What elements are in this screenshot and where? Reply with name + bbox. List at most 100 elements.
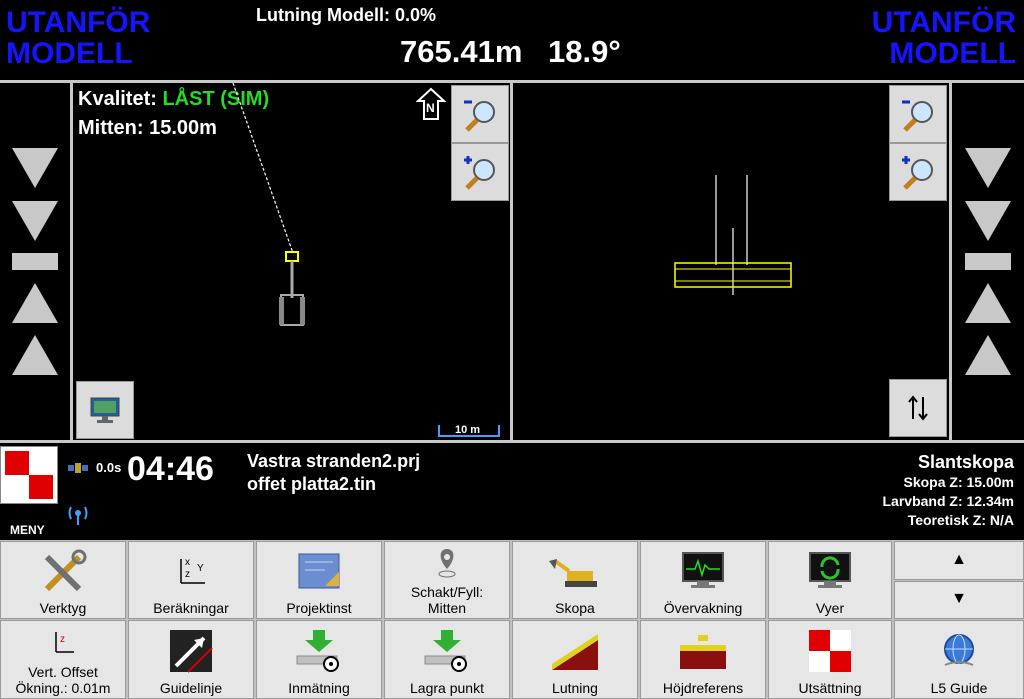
zoom-in-button[interactable] [451,143,509,201]
store-point-label: Lagra punkt [410,680,484,696]
arrow-up-icon[interactable] [965,283,1011,323]
map-layer-button[interactable] [76,381,134,439]
warning-line-1: UTANFÖR [871,6,1016,39]
scale-label: 10 m [455,424,481,436]
arrow-up-icon[interactable] [965,335,1011,375]
warning-line-2: MODELL [6,37,133,70]
profile-view[interactable] [510,83,949,440]
blueprint-icon [298,553,340,589]
model-slope-label: Lutning Modell: 0.0% [256,5,436,25]
on-grade-bar-icon [12,253,58,270]
stakeout-label: Utsättning [798,680,862,696]
arrow-down-icon[interactable] [12,201,58,241]
guideline-label: Guidelinje [159,680,223,696]
scroll-down-icon: ▼ [951,590,967,607]
bucket-name: Slantskopa [917,452,1014,472]
angle-readout: 18.9° [548,34,621,69]
height-reference-button[interactable]: Höjdreferens [640,620,766,699]
surface-file: offet platta2.tin [247,474,376,494]
radio-signal-icon [66,503,90,527]
info-bar: MENY 0.0s 04:46 Vastra stranden2.prj off… [0,440,1024,543]
north-label: N [426,101,435,115]
scroll-up-button[interactable]: ▲ [894,541,1024,580]
vertical-offset-button[interactable]: z Vert. Offset Ökning.: 0.01m [0,620,126,699]
right-outside-model-warning: UTANFÖR MODELL [872,7,1016,69]
svg-text:Y: Y [197,563,204,574]
vertical-offset-label: Vert. Offset Ökning.: 0.01m [15,664,111,696]
slope-label: Lutning [552,680,598,696]
satellite-icon [66,459,90,477]
scroll-up-icon: ▲ [951,550,967,568]
plan-view[interactable]: Kvalitet: LÅST (SIM) Mitten: 15.00m N 10… [70,83,511,440]
top-status-bar: UTANFÖR MODELL UTANFÖR MODELL Lutning Mo… [0,0,1024,80]
survey-button[interactable]: Inmätning [256,620,382,699]
menu-button[interactable] [0,446,58,504]
on-grade-bar-icon [965,253,1011,270]
project-file: Vastra stranden2.prj [247,451,421,471]
zoom-out-button[interactable] [451,85,509,143]
bucket-z: Skopa Z: 15.00m [903,474,1015,490]
cut-fill-button[interactable]: Schakt/Fyll: Mitten [384,541,510,619]
bucket-label: Skopa [555,600,595,616]
survey-icon [296,629,339,672]
project-settings-button[interactable]: Projektinst [256,541,382,619]
zoom-in-icon [464,156,495,190]
l5-guide-button[interactable]: L5 Guide [894,620,1024,699]
store-point-button[interactable]: Lagra punkt [384,620,510,699]
l5-guide-label: L5 Guide [930,680,988,696]
store-point-icon [424,629,467,672]
tools-button[interactable]: Verktyg [0,541,126,619]
guideline-icon [170,629,213,673]
arrow-up-icon[interactable] [12,283,58,323]
left-outside-model-warning: UTANFÖR MODELL [6,7,150,69]
arrow-up-icon[interactable] [12,335,58,375]
swap-view-button[interactable] [889,379,947,437]
track-z: Larvband Z: 12.34m [882,493,1015,509]
stakeout-icon [809,629,851,672]
gps-delay: 0.0s [96,460,122,475]
calculations-button[interactable]: xYz Beräkningar [128,541,254,619]
stakeout-flag-icon [5,451,53,499]
svg-text:z: z [185,569,190,580]
height-reference-label: Höjdreferens [662,680,744,696]
svg-text:x: x [185,557,190,568]
left-elevation-panel [0,83,70,440]
arrow-down-icon[interactable] [12,148,58,188]
plan-drawing [232,83,305,326]
bucket-info: Slantskopa Skopa Z: 15.00m Larvband Z: 1… [883,451,1015,530]
menu-label[interactable]: MENY [10,523,45,537]
north-arrow-icon: N [415,87,447,121]
arrow-down-icon[interactable] [965,201,1011,241]
zoom-in-icon [902,156,933,190]
stakeout-button[interactable]: Utsättning [768,620,892,699]
tools-label: Verktyg [39,600,87,616]
project-settings-label: Projektinst [286,600,352,616]
swap-arrows-icon [908,395,928,421]
views-button[interactable]: Vyer [768,541,892,619]
bucket-button[interactable]: Skopa [512,541,638,619]
scroll-down-button[interactable]: ▼ [894,581,1024,619]
arrow-down-icon[interactable] [965,148,1011,188]
theoretical-z: Teoretisk Z: N/A [907,512,1014,528]
monitoring-label: Övervakning [663,600,743,616]
slope-button[interactable]: Lutning [512,620,638,699]
right-elevation-panel [949,83,1024,440]
distance-readout: 765.41m [400,34,523,69]
views-label: Vyer [815,600,845,616]
excavator-body [280,294,304,326]
warning-line-1: UTANFÖR [6,6,151,39]
zoom-out-icon [902,100,933,132]
vertical-offset-icon: z [55,631,74,653]
guideline-button[interactable]: Guidelinje [128,620,254,699]
monitoring-button[interactable]: Övervakning [640,541,766,619]
zoom-out-button[interactable] [889,85,947,143]
excavator-icon [549,559,597,587]
profile-drawing [674,175,792,295]
cut-fill-label: Schakt/Fyll: Mitten [410,584,484,616]
warning-line-2: MODELL [889,37,1016,70]
globe-guide-icon [944,633,974,666]
refresh-views-icon [809,552,851,588]
monitor-map-icon [90,397,120,423]
zoom-in-button[interactable] [889,143,947,201]
xyz-axes-icon: xYz [180,557,205,584]
